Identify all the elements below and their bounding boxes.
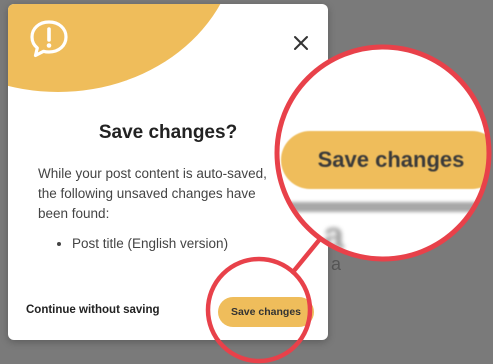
continue-without-saving-button[interactable]: Continue without saving [26, 304, 160, 316]
magnified-background-strip [279, 202, 487, 212]
dialog-message: While your post content is auto-saved, t… [38, 166, 267, 221]
magnified-callout: Save changes a [279, 49, 487, 257]
background-text-fragment [0, 342, 493, 364]
magnified-background-text: a [323, 215, 347, 257]
unsaved-changes-list: Post title (English version) [54, 236, 228, 251]
screen: s a Save changes? While your post conten… [0, 0, 493, 364]
list-item: Post title (English version) [72, 236, 228, 251]
save-changes-button[interactable]: Save changes [218, 297, 314, 327]
background-text-fragment: a [331, 254, 342, 274]
magnified-save-changes-button: Save changes [281, 131, 487, 189]
close-icon[interactable] [289, 31, 313, 55]
speech-bubble-exclamation-icon [30, 20, 68, 58]
